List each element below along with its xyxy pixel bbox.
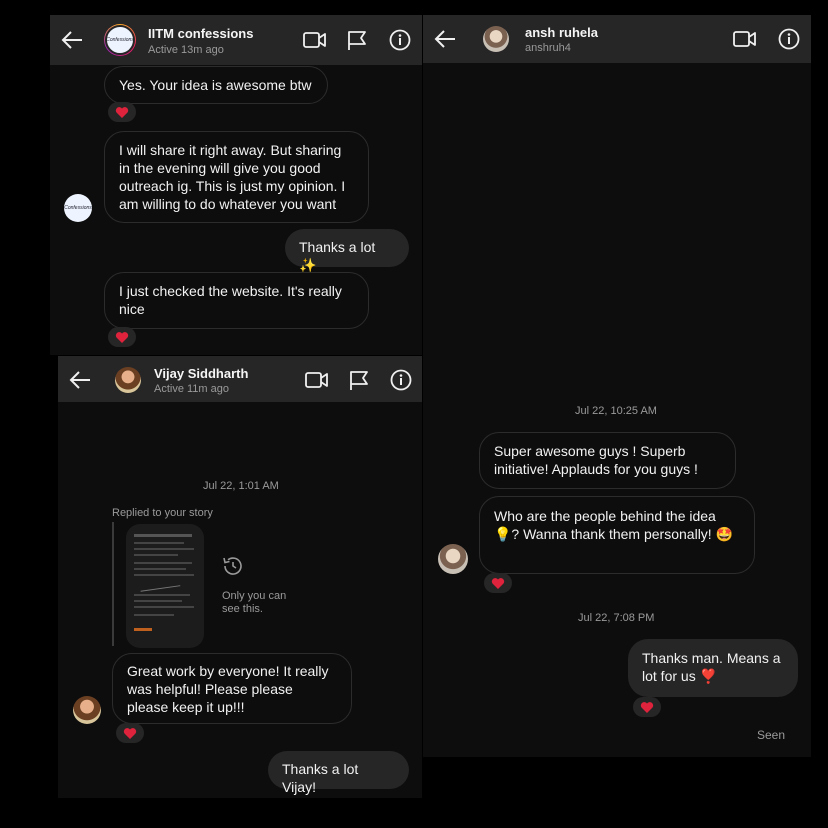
avatar[interactable]: Confessions	[104, 24, 136, 56]
outgoing-message[interactable]: Thanks man. Means a lot for us ❣️	[628, 639, 798, 697]
story-thumbnail[interactable]	[126, 524, 204, 648]
story-reply-line	[112, 522, 114, 646]
video-call-icon[interactable]	[305, 370, 329, 390]
heart-icon	[491, 577, 505, 589]
outgoing-message[interactable]: Thanks a lot ✨	[285, 229, 409, 273]
sender-avatar	[438, 544, 468, 574]
incoming-message[interactable]: Great work by everyone! It really was he…	[112, 653, 352, 724]
heart-icon	[115, 331, 129, 343]
back-arrow-icon[interactable]	[60, 29, 84, 51]
video-call-icon[interactable]	[733, 29, 757, 49]
heart-reaction[interactable]	[633, 697, 661, 717]
heart-reaction[interactable]	[108, 327, 136, 347]
contact-name[interactable]: ansh ruhela	[525, 25, 598, 40]
heart-reaction[interactable]	[484, 573, 512, 593]
contact-name[interactable]: Vijay Siddharth	[154, 366, 248, 381]
contact-name[interactable]: IITM confessions	[148, 26, 253, 41]
seen-indicator: Seen	[757, 728, 786, 742]
avatar[interactable]	[115, 367, 141, 393]
info-icon[interactable]	[778, 28, 800, 50]
info-icon[interactable]	[389, 29, 411, 51]
story-visibility-note: Only you can see this.	[222, 590, 287, 615]
heart-reaction[interactable]	[116, 723, 144, 743]
back-arrow-icon[interactable]	[433, 28, 457, 50]
message-timestamp: Jul 22, 10:25 AM	[575, 405, 657, 417]
outgoing-message[interactable]: Thanks a lot Vijay!	[268, 751, 409, 795]
incoming-message[interactable]: Who are the people behind the idea 💡? Wa…	[479, 496, 755, 574]
heart-icon	[115, 106, 129, 118]
chat-panel-vijay-siddharth: Vijay Siddharth Active 11m ago Jul 22, 1…	[58, 356, 422, 798]
history-icon	[223, 557, 242, 575]
incoming-message[interactable]: Super awesome guys ! Superb initiative! …	[479, 432, 736, 489]
back-arrow-icon[interactable]	[68, 369, 92, 391]
story-reply-label: Replied to your story	[112, 507, 213, 519]
avatar-logo-text: Confessions	[64, 205, 92, 211]
chat-panel-iitm-confessions: Confessions IITM confessions Active 13m …	[50, 15, 422, 355]
sender-avatar	[73, 696, 101, 724]
avatar-logo-text: Confessions	[106, 37, 134, 43]
heart-icon	[123, 727, 137, 739]
message-timestamp: Jul 22, 1:01 AM	[203, 480, 279, 492]
heart-reaction[interactable]	[108, 102, 136, 122]
chat-header: Vijay Siddharth Active 11m ago	[58, 356, 422, 402]
username: anshruh4	[525, 42, 571, 54]
incoming-message[interactable]: I just checked the website. It's really …	[104, 272, 369, 329]
incoming-message[interactable]: I will share it right away. But sharing …	[104, 131, 369, 223]
info-icon[interactable]	[390, 369, 412, 391]
avatar[interactable]	[483, 26, 509, 52]
video-call-icon[interactable]	[303, 30, 327, 50]
active-status: Active 13m ago	[148, 44, 224, 56]
sender-avatar: Confessions	[64, 194, 92, 222]
heart-icon	[640, 701, 654, 713]
flag-icon[interactable]	[346, 29, 368, 51]
incoming-message[interactable]: Yes. Your idea is awesome btw	[104, 66, 328, 104]
flag-icon[interactable]	[348, 369, 370, 391]
chat-header: Confessions IITM confessions Active 13m …	[50, 15, 422, 65]
message-timestamp: Jul 22, 7:08 PM	[578, 612, 655, 624]
chat-panel-ansh-ruhela: ansh ruhela anshruh4 Jul 22, 10:25 AM Su…	[423, 15, 811, 757]
chat-header: ansh ruhela anshruh4	[423, 15, 811, 63]
active-status: Active 11m ago	[154, 383, 230, 395]
